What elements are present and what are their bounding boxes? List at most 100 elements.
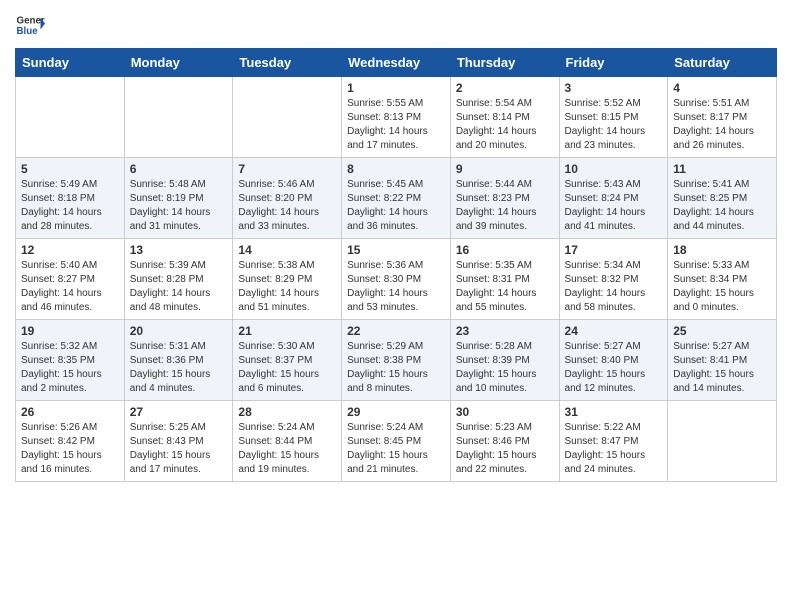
day-info: Sunrise: 5:26 AM Sunset: 8:42 PM Dayligh… [21, 421, 119, 477]
calendar-cell: 20Sunrise: 5:31 AM Sunset: 8:36 PM Dayli… [124, 320, 233, 401]
day-number: 23 [456, 324, 554, 338]
logo: General Blue [15, 10, 45, 40]
calendar-cell: 9 Sunrise: 5:44 AM Sunset: 8:23 PM Daylig… [450, 158, 559, 239]
day-info: Sunrise: 5:32 AM Sunset: 8:35 PM Dayligh… [21, 340, 119, 396]
calendar-cell: 2Sunrise: 5:54 AM Sunset: 8:14 PM Daylig… [450, 77, 559, 158]
day-number: 8 [347, 162, 445, 176]
day-info: Sunrise: 5:28 AM Sunset: 8:39 PM Dayligh… [456, 340, 554, 396]
day-number: 6 [130, 162, 228, 176]
day-header-friday: Friday [559, 49, 668, 77]
day-number: 3 [565, 81, 663, 95]
day-info: Sunrise: 5:36 AM Sunset: 8:30 PM Dayligh… [347, 259, 445, 315]
day-number: 26 [21, 405, 119, 419]
calendar-cell: 28Sunrise: 5:24 AM Sunset: 8:44 PM Dayli… [233, 401, 342, 482]
day-number: 9 [456, 162, 554, 176]
day-number: 12 [21, 243, 119, 257]
day-info: Sunrise: 5:29 AM Sunset: 8:38 PM Dayligh… [347, 340, 445, 396]
day-info: Sunrise: 5:51 AM Sunset: 8:17 PM Dayligh… [673, 97, 771, 153]
calendar-cell [16, 77, 125, 158]
day-header-monday: Monday [124, 49, 233, 77]
calendar-cell [124, 77, 233, 158]
day-number: 4 [673, 81, 771, 95]
calendar-cell: 12Sunrise: 5:40 AM Sunset: 8:27 PM Dayli… [16, 239, 125, 320]
day-number: 16 [456, 243, 554, 257]
day-number: 18 [673, 243, 771, 257]
day-number: 21 [238, 324, 336, 338]
day-info: Sunrise: 5:22 AM Sunset: 8:47 PM Dayligh… [565, 421, 663, 477]
calendar-cell: 4 Sunrise: 5:51 AM Sunset: 8:17 PM Daylig… [668, 77, 777, 158]
day-header-tuesday: Tuesday [233, 49, 342, 77]
calendar-week-row: 5 Sunrise: 5:49 AM Sunset: 8:18 PM Daylig… [16, 158, 777, 239]
calendar-cell: 1Sunrise: 5:55 AM Sunset: 8:13 PM Daylig… [342, 77, 451, 158]
calendar-header-row: SundayMondayTuesdayWednesdayThursdayFrid… [16, 49, 777, 77]
calendar-table: SundayMondayTuesdayWednesdayThursdayFrid… [15, 48, 777, 482]
day-number: 13 [130, 243, 228, 257]
calendar-week-row: 26 Sunrise: 5:26 AM Sunset: 8:42 PM Dayli… [16, 401, 777, 482]
day-info: Sunrise: 5:45 AM Sunset: 8:22 PM Dayligh… [347, 178, 445, 234]
day-header-saturday: Saturday [668, 49, 777, 77]
calendar-cell: 22 Sunrise: 5:29 AM Sunset: 8:38 PM Dayli… [342, 320, 451, 401]
day-number: 25 [673, 324, 771, 338]
day-info: Sunrise: 5:43 AM Sunset: 8:24 PM Dayligh… [565, 178, 663, 234]
calendar-cell: 31 Sunrise: 5:22 AM Sunset: 8:47 PM Dayli… [559, 401, 668, 482]
day-info: Sunrise: 5:31 AM Sunset: 8:36 PM Dayligh… [130, 340, 228, 396]
day-header-thursday: Thursday [450, 49, 559, 77]
calendar-cell: 21 Sunrise: 5:30 AM Sunset: 8:37 PM Dayli… [233, 320, 342, 401]
calendar-week-row: 12Sunrise: 5:40 AM Sunset: 8:27 PM Dayli… [16, 239, 777, 320]
day-number: 7 [238, 162, 336, 176]
day-number: 5 [21, 162, 119, 176]
day-number: 1 [347, 81, 445, 95]
day-info: Sunrise: 5:33 AM Sunset: 8:34 PM Dayligh… [673, 259, 771, 315]
day-info: Sunrise: 5:41 AM Sunset: 8:25 PM Dayligh… [673, 178, 771, 234]
day-info: Sunrise: 5:25 AM Sunset: 8:43 PM Dayligh… [130, 421, 228, 477]
day-info: Sunrise: 5:27 AM Sunset: 8:41 PM Dayligh… [673, 340, 771, 396]
day-number: 14 [238, 243, 336, 257]
day-number: 27 [130, 405, 228, 419]
calendar-cell: 19 Sunrise: 5:32 AM Sunset: 8:35 PM Dayli… [16, 320, 125, 401]
day-info: Sunrise: 5:49 AM Sunset: 8:18 PM Dayligh… [21, 178, 119, 234]
calendar-cell [233, 77, 342, 158]
day-info: Sunrise: 5:38 AM Sunset: 8:29 PM Dayligh… [238, 259, 336, 315]
day-info: Sunrise: 5:44 AM Sunset: 8:23 PM Dayligh… [456, 178, 554, 234]
day-header-wednesday: Wednesday [342, 49, 451, 77]
calendar-cell: 23 Sunrise: 5:28 AM Sunset: 8:39 PM Dayli… [450, 320, 559, 401]
day-number: 22 [347, 324, 445, 338]
calendar-week-row: 19 Sunrise: 5:32 AM Sunset: 8:35 PM Dayli… [16, 320, 777, 401]
svg-text:Blue: Blue [17, 26, 39, 37]
calendar-cell: 3 Sunrise: 5:52 AM Sunset: 8:15 PM Daylig… [559, 77, 668, 158]
day-info: Sunrise: 5:54 AM Sunset: 8:14 PM Dayligh… [456, 97, 554, 153]
calendar-cell: 10Sunrise: 5:43 AM Sunset: 8:24 PM Dayli… [559, 158, 668, 239]
calendar-cell: 11 Sunrise: 5:41 AM Sunset: 8:25 PM Dayli… [668, 158, 777, 239]
day-info: Sunrise: 5:24 AM Sunset: 8:44 PM Dayligh… [238, 421, 336, 477]
day-number: 17 [565, 243, 663, 257]
page-header: General Blue [15, 10, 777, 40]
day-info: Sunrise: 5:35 AM Sunset: 8:31 PM Dayligh… [456, 259, 554, 315]
day-info: Sunrise: 5:52 AM Sunset: 8:15 PM Dayligh… [565, 97, 663, 153]
calendar-cell: 13Sunrise: 5:39 AM Sunset: 8:28 PM Dayli… [124, 239, 233, 320]
day-number: 19 [21, 324, 119, 338]
day-info: Sunrise: 5:34 AM Sunset: 8:32 PM Dayligh… [565, 259, 663, 315]
day-info: Sunrise: 5:27 AM Sunset: 8:40 PM Dayligh… [565, 340, 663, 396]
calendar-cell: 7Sunrise: 5:46 AM Sunset: 8:20 PM Daylig… [233, 158, 342, 239]
day-info: Sunrise: 5:23 AM Sunset: 8:46 PM Dayligh… [456, 421, 554, 477]
day-number: 31 [565, 405, 663, 419]
day-header-sunday: Sunday [16, 49, 125, 77]
day-info: Sunrise: 5:30 AM Sunset: 8:37 PM Dayligh… [238, 340, 336, 396]
calendar-cell: 8 Sunrise: 5:45 AM Sunset: 8:22 PM Daylig… [342, 158, 451, 239]
day-info: Sunrise: 5:48 AM Sunset: 8:19 PM Dayligh… [130, 178, 228, 234]
day-number: 30 [456, 405, 554, 419]
day-info: Sunrise: 5:24 AM Sunset: 8:45 PM Dayligh… [347, 421, 445, 477]
calendar-cell: 5 Sunrise: 5:49 AM Sunset: 8:18 PM Daylig… [16, 158, 125, 239]
logo-icon: General Blue [15, 10, 45, 40]
day-number: 11 [673, 162, 771, 176]
day-number: 29 [347, 405, 445, 419]
calendar-cell: 26 Sunrise: 5:26 AM Sunset: 8:42 PM Dayli… [16, 401, 125, 482]
calendar-cell: 18 Sunrise: 5:33 AM Sunset: 8:34 PM Dayli… [668, 239, 777, 320]
calendar-cell: 27 Sunrise: 5:25 AM Sunset: 8:43 PM Dayli… [124, 401, 233, 482]
day-number: 24 [565, 324, 663, 338]
day-number: 15 [347, 243, 445, 257]
calendar-cell: 25 Sunrise: 5:27 AM Sunset: 8:41 PM Dayli… [668, 320, 777, 401]
calendar-cell: 16 Sunrise: 5:35 AM Sunset: 8:31 PM Dayli… [450, 239, 559, 320]
calendar-cell: 29 Sunrise: 5:24 AM Sunset: 8:45 PM Dayli… [342, 401, 451, 482]
calendar-week-row: 1Sunrise: 5:55 AM Sunset: 8:13 PM Daylig… [16, 77, 777, 158]
